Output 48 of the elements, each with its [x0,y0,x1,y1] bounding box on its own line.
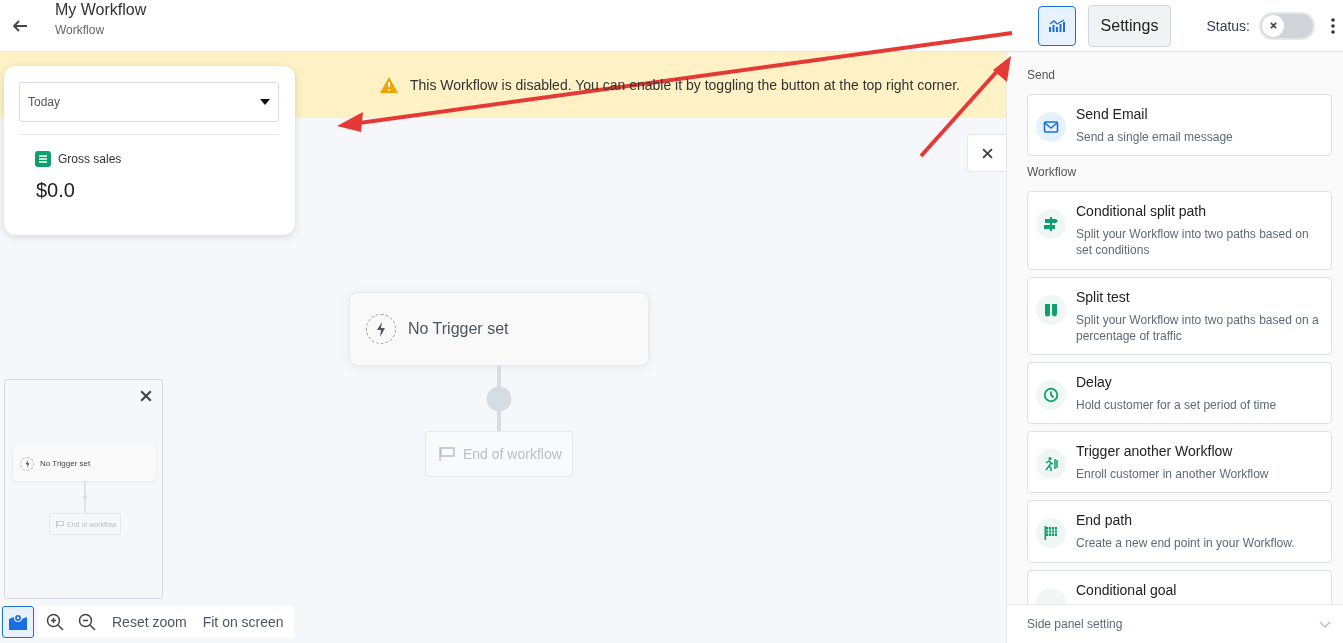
metric-value: $0.0 [35,179,75,202]
envelope-icon [1043,119,1059,135]
warning-icon [380,77,398,93]
flag-icon [56,520,64,528]
close-icon [982,147,993,159]
zoom-in-icon[interactable] [46,613,64,631]
clock-icon [1043,386,1059,403]
close-button[interactable] [967,134,1006,172]
minimap-trigger-node: No Trigger set [13,446,156,481]
signpost-icon [1043,216,1059,233]
section-heading: Workflow [1027,164,1078,182]
close-icon[interactable] [140,390,152,402]
caret-icon [260,99,270,105]
workflow-subtitle: Workflow [55,22,106,37]
action-card[interactable]: Conditional goal [1027,569,1332,604]
action-card[interactable]: End path Create a new end point in your Workflow. [1027,500,1332,563]
runner-icon [1043,456,1059,473]
flag-icon [1043,525,1059,542]
metric-label: Gross sales [58,152,122,166]
action-card[interactable]: Conditional split path Split your Workflow into two paths based on set conditions [1027,191,1332,270]
action-card[interactable]: Send Email Send a single email message [1027,94,1332,157]
zoom-out-icon[interactable] [78,613,96,631]
fit-on-screen-button[interactable]: Fit on screen [196,606,290,638]
lightning-icon [24,459,30,468]
chevron-down-icon [1319,620,1331,628]
more-menu-icon[interactable] [1331,17,1335,34]
action-card[interactable]: Split test Split your Workflow into two paths based on a percentage of traffic [1027,276,1332,355]
workflow-title: My Workflow [55,0,147,19]
cross-icon [1269,22,1277,29]
action-card[interactable]: Trigger another Workflow Enroll customer in another Workflow [1027,431,1332,494]
trigger-node[interactable]: No Trigger set [349,292,649,366]
action-card[interactable]: Delay Hold customer for a set period of time [1027,361,1332,425]
minimap-toggle-button[interactable] [2,606,34,638]
chart-icon [1048,18,1065,33]
money-stack-icon [35,151,51,167]
connector-line [486,366,512,431]
status-label: Status: [1206,17,1250,34]
flag-icon [439,447,455,461]
status-toggle[interactable] [1259,11,1315,40]
settings-button[interactable]: Settings [1087,4,1172,47]
reset-zoom-button[interactable]: Reset zoom [106,606,193,638]
section-heading: Send [1027,67,1057,84]
analytics-button[interactable] [1037,5,1076,46]
test-tubes-icon [1043,301,1059,318]
period-dropdown[interactable]: Today [19,82,279,122]
lightning-icon [376,321,386,337]
side-panel-setting[interactable]: Side panel setting [1007,604,1343,643]
map-pin-icon [9,614,27,630]
